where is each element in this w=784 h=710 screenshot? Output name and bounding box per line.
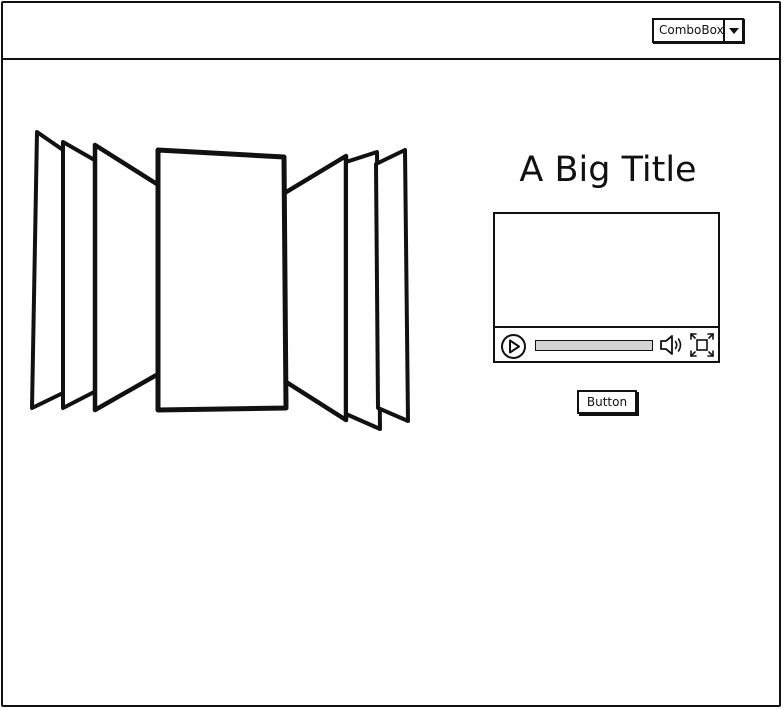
video-player[interactable]	[493, 212, 720, 363]
combobox[interactable]: ComboBox	[652, 18, 744, 43]
action-button[interactable]: Button	[577, 390, 637, 414]
progress-bar[interactable]	[535, 340, 653, 351]
cover-far-right[interactable]	[374, 148, 410, 423]
cover-right-1[interactable]	[280, 153, 349, 423]
cover-center[interactable]	[155, 147, 289, 413]
chevron-down-icon	[728, 27, 739, 34]
fullscreen-icon[interactable]	[690, 333, 714, 357]
play-icon[interactable]	[500, 333, 527, 360]
combobox-value: ComboBox	[659, 23, 723, 37]
volume-icon[interactable]	[659, 333, 687, 357]
page-title: A Big Title	[519, 150, 697, 190]
video-screen[interactable]	[495, 214, 718, 326]
cover-left-1[interactable]	[92, 142, 163, 413]
combobox-toggle[interactable]	[723, 20, 742, 41]
video-controls	[495, 326, 718, 361]
cover-flow-carousel[interactable]	[28, 128, 414, 434]
cover-far-left[interactable]	[30, 130, 65, 410]
